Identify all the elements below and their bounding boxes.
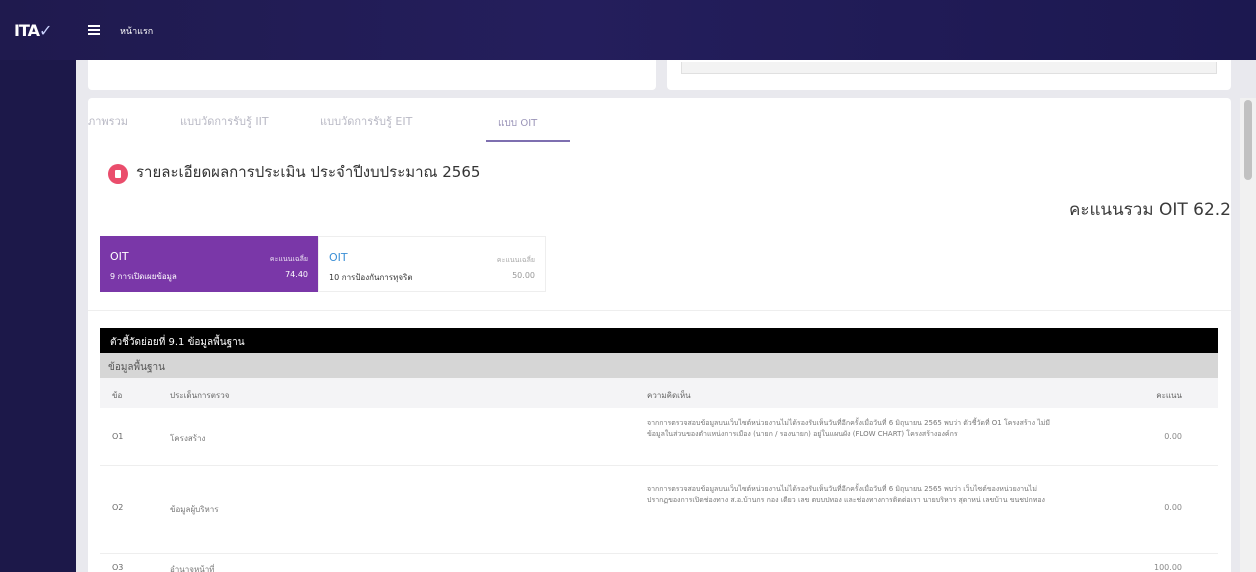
row-comment: จากการตรวจสอบข้อมูลบนเว็บไซต์หน่วยงานไม่…	[647, 419, 1050, 438]
score-card-value: 50.00	[512, 271, 535, 280]
score-card-name: 9 การเปิดเผยข้อมูล	[110, 272, 177, 281]
header-comment: ความคิดเห็น	[647, 391, 691, 400]
table-row: O2 ข้อมูลผู้บริหาร จากการตรวจสอบข้อมูลบน…	[100, 466, 1218, 554]
breadcrumb-home[interactable]: หน้าแรก	[120, 24, 153, 38]
sidebar	[0, 60, 76, 572]
hamburger-menu-icon[interactable]	[88, 25, 100, 35]
row-no: O2	[112, 503, 124, 512]
page-title: รายละเอียดผลการประเมิน ประจำปีงบประมาณ 2…	[136, 163, 481, 181]
tab-iit[interactable]: แบบวัดการรับรู้ IIT	[180, 112, 269, 130]
scrollbar-thumb[interactable]	[1244, 100, 1252, 180]
ita-logo[interactable]: ITA✓	[14, 21, 52, 40]
row-no: O3	[112, 563, 124, 572]
row-score: 0.00	[1164, 432, 1182, 441]
score-card-code: OIT	[329, 251, 348, 264]
top-card-left	[88, 60, 656, 90]
active-tab-indicator	[486, 140, 570, 142]
tab-eit[interactable]: แบบวัดการรับรู้ EIT	[320, 112, 412, 130]
document-icon	[108, 164, 128, 184]
score-card-oit-9[interactable]: OIT 9 การเปิดเผยข้อมูล คะแนนเฉลี่ย 74.40	[100, 236, 318, 292]
tab-oit[interactable]: แบบ OIT	[498, 116, 537, 131]
row-issue: โครงสร้าง	[170, 434, 206, 443]
score-card-code: OIT	[110, 250, 129, 263]
header-issue: ประเด็นการตรวจ	[170, 391, 230, 400]
tab-overview[interactable]: ภาพรวม	[88, 112, 128, 130]
main-card: ภาพรวม แบบวัดการรับรู้ IIT แบบวัดการรับร…	[88, 98, 1231, 572]
header-no: ข้อ	[112, 391, 123, 400]
row-issue: ข้อมูลผู้บริหาร	[170, 505, 219, 514]
row-issue: อำนาจหน้าที่	[170, 565, 215, 572]
score-card-label: คะแนนเฉลี่ย	[269, 255, 308, 263]
score-card-value: 74.40	[285, 270, 308, 279]
top-navbar: ITA✓ หน้าแรก	[0, 0, 1256, 60]
indicator-subtitle: ข้อมูลพื้นฐาน	[100, 353, 1218, 378]
header-score: คะแนน	[1156, 391, 1182, 400]
select-field[interactable]	[681, 62, 1217, 74]
row-score: 100.00	[1154, 563, 1182, 572]
divider	[88, 310, 1231, 311]
total-score: คะแนนรวม OIT 62.2	[1068, 200, 1231, 220]
score-card-name: 10 การป้องกันการทุจริต	[329, 273, 413, 282]
table-row: O3 อำนาจหน้าที่ 100.00	[100, 554, 1218, 572]
indicator-title: ตัวชี้วัดย่อยที่ 9.1 ข้อมูลพื้นฐาน	[100, 328, 1218, 353]
table-row: O1 โครงสร้าง จากการตรวจสอบข้อมูลบนเว็บไซ…	[100, 408, 1218, 466]
table-header: ข้อ ประเด็นการตรวจ ความคิดเห็น คะแนน	[100, 378, 1218, 408]
top-card-right	[667, 60, 1231, 90]
score-card-oit-10[interactable]: OIT 10 การป้องกันการทุจริต คะแนนเฉลี่ย 5…	[318, 236, 546, 292]
row-no: O1	[112, 432, 124, 441]
row-score: 0.00	[1164, 503, 1182, 512]
score-card-label: คะแนนเฉลี่ย	[496, 256, 535, 264]
scrollbar[interactable]	[1240, 98, 1256, 572]
row-comment: จากการตรวจสอบข้อมูลบนเว็บไซต์หน่วยงานไม่…	[647, 485, 1045, 504]
